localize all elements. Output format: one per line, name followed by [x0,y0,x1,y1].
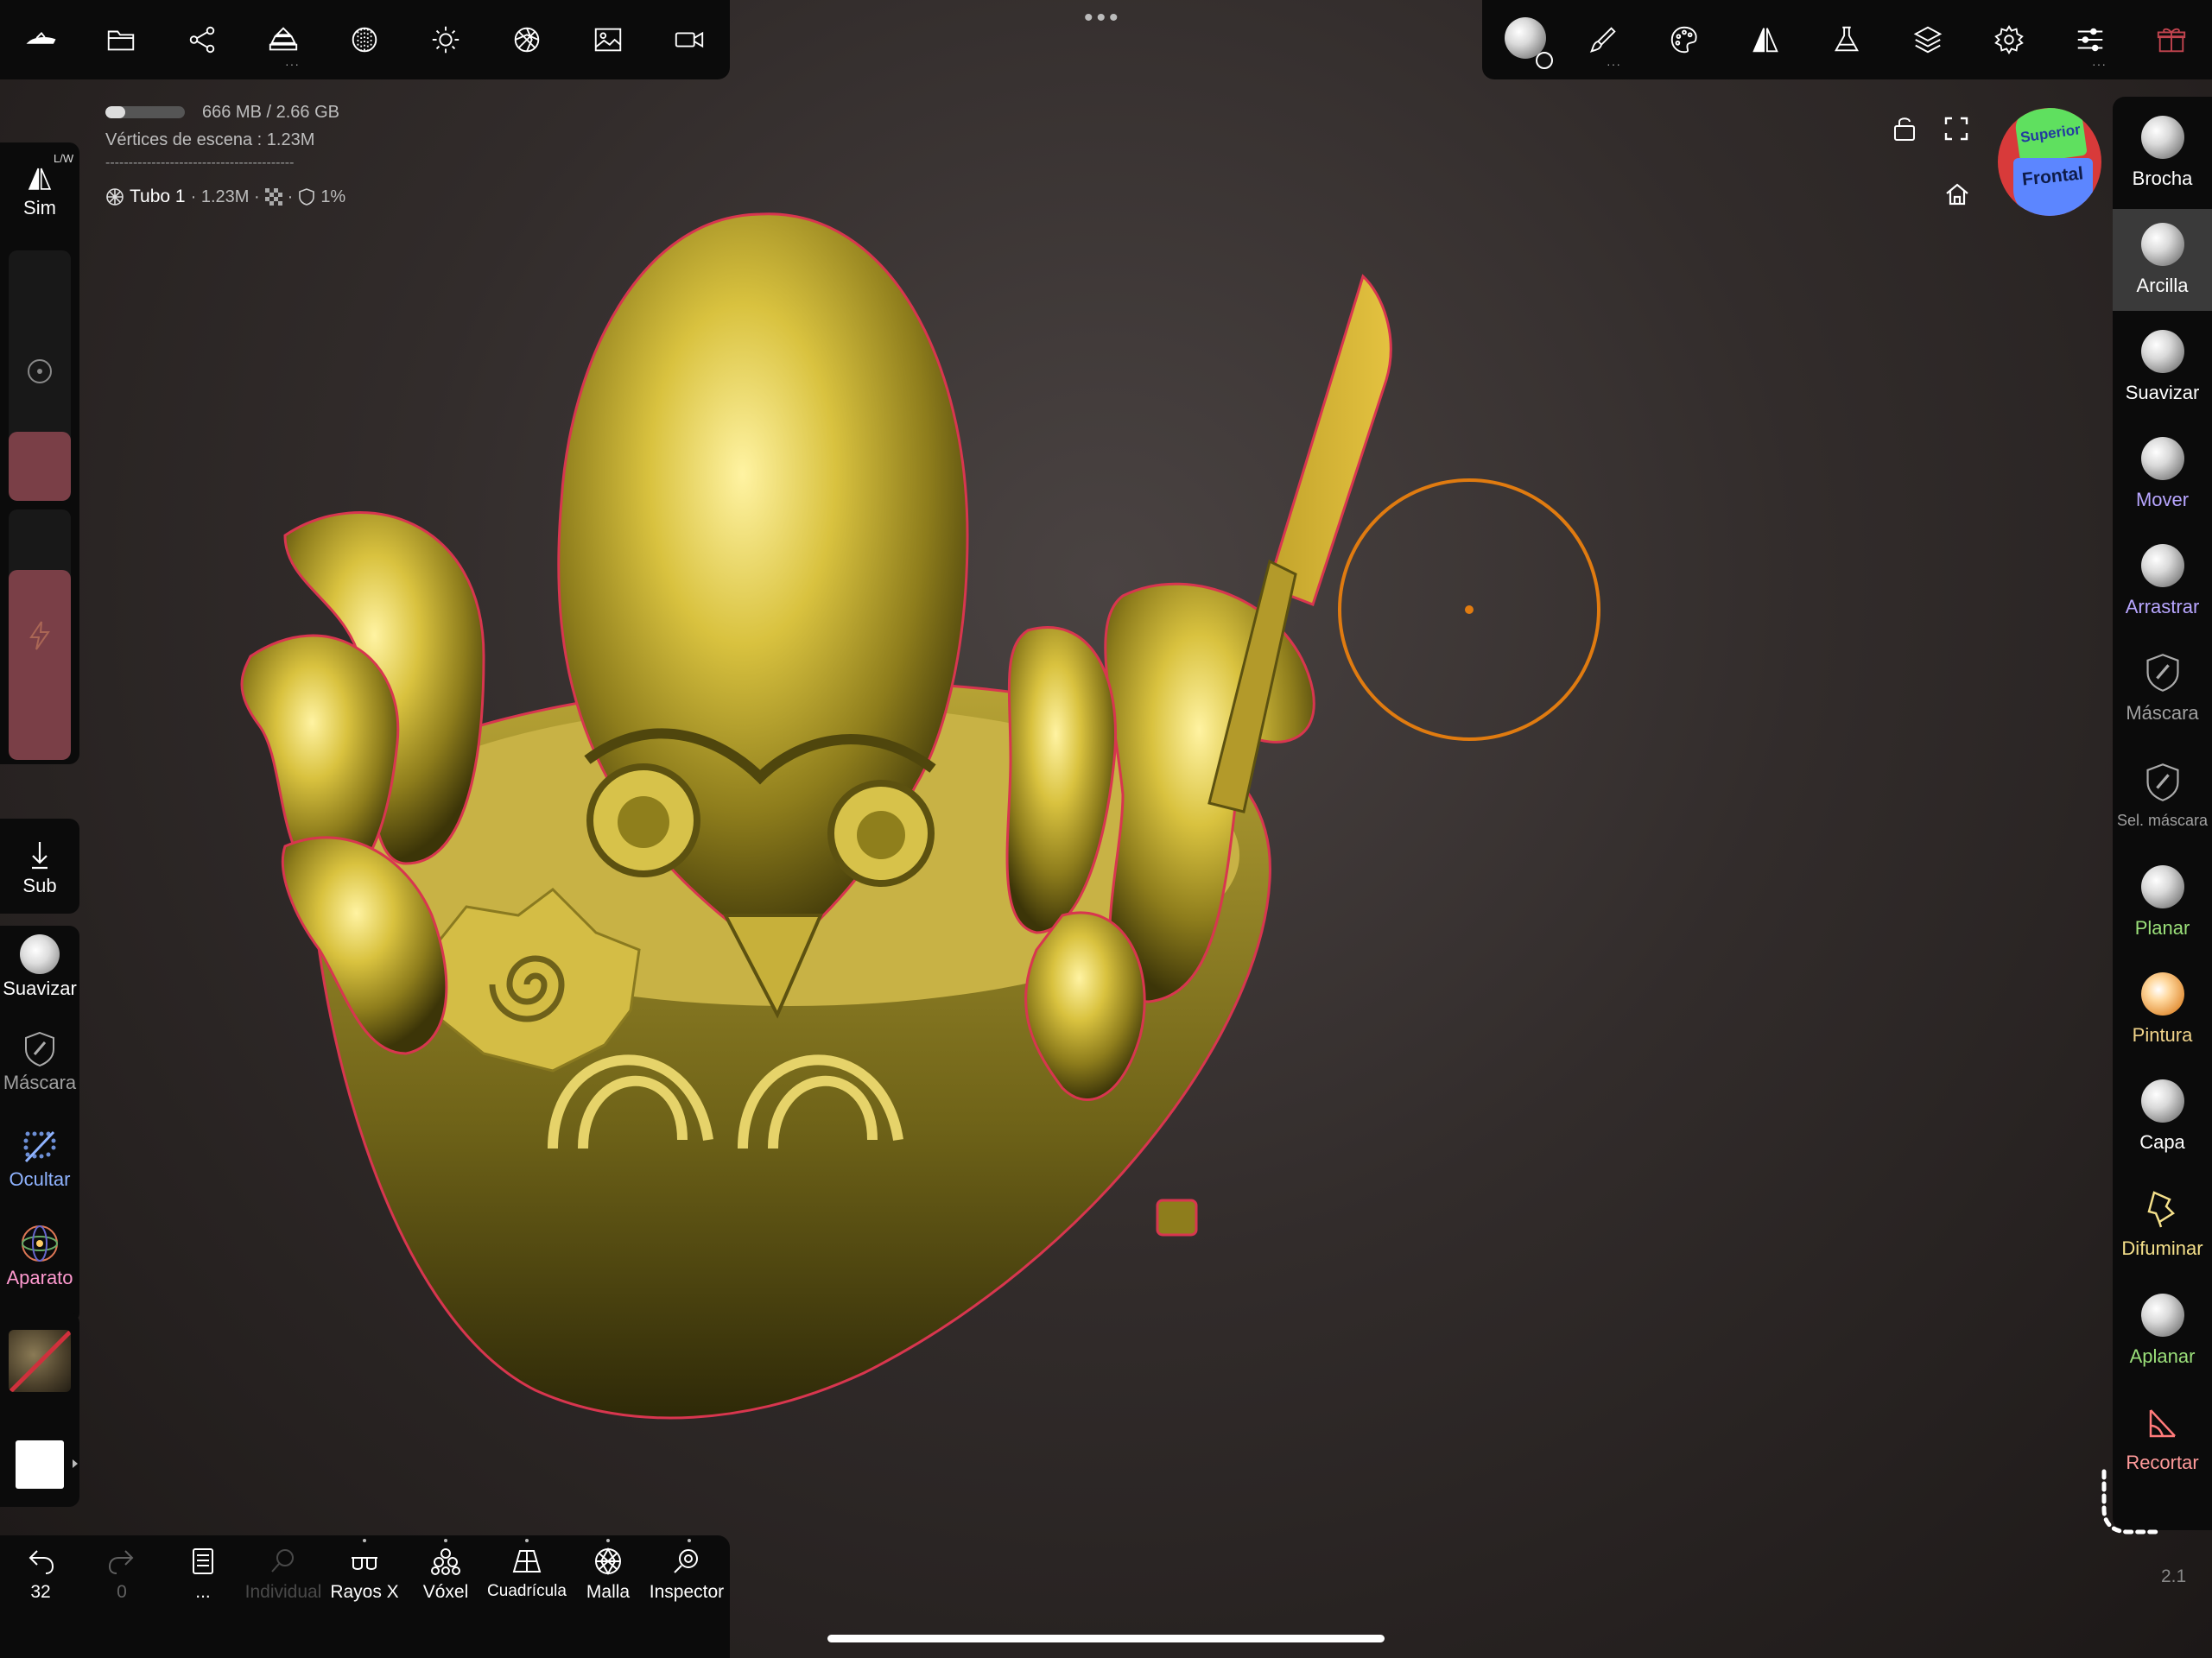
grid-icon [512,1550,542,1573]
right-tool-8[interactable]: Planar [2113,851,2212,953]
right-tool-label: Aplanar [2129,1345,2196,1367]
bowl-nub [1156,1199,1198,1237]
right-tool-12[interactable]: Aplanar [2113,1280,2212,1382]
wireframe-icon [595,1547,621,1576]
brush-cursor [1338,478,1600,741]
version-label: 2.1 [2161,1566,2187,1586]
inspector-icon [674,1549,698,1573]
home-indicator[interactable] [827,1635,1385,1642]
right-tool-5[interactable]: Arrastrar [2113,530,2212,632]
undo-count: 32 [30,1582,51,1602]
right-tool-4[interactable]: Mover [2113,423,2212,525]
inspector-button[interactable]: Inspector [646,1546,727,1603]
voxel-icon [431,1548,460,1575]
wireframe-button[interactable]: Malla [577,1546,639,1603]
xray-button[interactable]: Rayos X [330,1546,399,1603]
clay-ball-icon [2140,223,2184,266]
inspector-label: Inspector [649,1582,725,1602]
viewport-canvas[interactable] [0,0,2212,1658]
smooth-ball-icon [2140,330,2184,373]
right-tool-label: Arrastrar [2125,596,2200,617]
glasses-icon [352,1557,377,1570]
voxel-more-indicator [444,1539,447,1542]
search-icon [271,1549,294,1573]
right-tool-9[interactable]: Pintura [2113,959,2212,1060]
undo-button[interactable]: 32 [16,1546,66,1603]
gesture-curl-icon [2101,1469,2160,1535]
right-tool-label: Máscara [2126,702,2199,724]
cube-front-label: Frontal [2021,163,2085,190]
wireframe-more-indicator [606,1539,610,1542]
right-tool-label: Sel. máscara [2116,811,2209,829]
home-icon[interactable] [1944,181,1970,207]
voxel-button[interactable]: Vóxel [413,1546,479,1603]
planar-ball-icon [2140,865,2184,908]
right-tool-label: Mover [2135,489,2190,510]
smudge-icon [2146,1191,2175,1228]
eye-right-pupil [857,811,905,859]
undo-icon [29,1550,54,1574]
lock-icon[interactable] [1892,114,1917,143]
right-tool-2[interactable]: Arcilla [2113,209,2212,311]
layer-ball-icon [2140,1079,2184,1123]
flatten-ball-icon [2140,1294,2184,1337]
xray-label: Rayos X [330,1582,399,1602]
knife-blade [1266,274,1392,606]
right-tool-10[interactable]: Capa [2113,1066,2212,1168]
tentacle-right-back [1104,582,1315,1003]
paint-ball-icon [2140,972,2184,1016]
xray-more-indicator [363,1539,366,1542]
voxel-label: Vóxel [422,1582,469,1602]
right-tool-1[interactable]: Brocha [2113,102,2212,204]
right-tool-label: Pintura [2132,1024,2193,1046]
grid-more-indicator [525,1539,529,1542]
isolate-button[interactable]: Individual [240,1546,326,1603]
isolate-label: Individual [244,1582,322,1602]
grid-label: Cuadrícula [487,1582,567,1600]
eye-left-pupil [618,796,669,848]
notes-label: ... [195,1582,211,1602]
right-tool-label: Difuminar [2121,1237,2203,1259]
right-tool-11[interactable]: Difuminar [2113,1173,2212,1275]
drag-ball-icon [2140,544,2184,587]
brush-ball-icon [2140,116,2184,159]
right-tool-label: Brocha [2132,168,2193,189]
redo-count: 0 [117,1582,127,1602]
right-tool-label: Capa [2139,1131,2185,1153]
mask-icon [2145,654,2179,692]
right-tool-label: Suavizar [2125,382,2200,403]
fullscreen-icon[interactable] [1943,116,1969,142]
right-tool-7[interactable]: Sel. máscara [2113,744,2212,846]
right-tool-3[interactable]: Suavizar [2113,316,2212,418]
cube-face-front[interactable]: Frontal [2013,158,2093,216]
wireframe-label: Malla [586,1582,631,1602]
document-icon [193,1548,213,1574]
cube-face-top[interactable]: Superior [2013,108,2088,165]
redo-button[interactable]: 0 [97,1546,147,1603]
right-tool-6[interactable]: Máscara [2113,637,2212,739]
redo-icon [108,1550,134,1574]
select-mask-icon [2145,763,2179,801]
move-ball-icon [2140,437,2184,480]
inspector-more-indicator [688,1539,691,1542]
right-tool-label: Planar [2134,917,2190,939]
trim-icon [2149,1409,2176,1438]
notes-button[interactable]: ... [173,1546,233,1603]
sculpt-model[interactable] [240,212,1392,1420]
view-orientation-cube[interactable]: Superior Frontal [1998,108,2101,216]
right-tool-label: Arcilla [2136,275,2189,296]
grid-button[interactable]: Cuadrícula [484,1546,570,1601]
cube-top-label: Superior [2019,121,2082,146]
